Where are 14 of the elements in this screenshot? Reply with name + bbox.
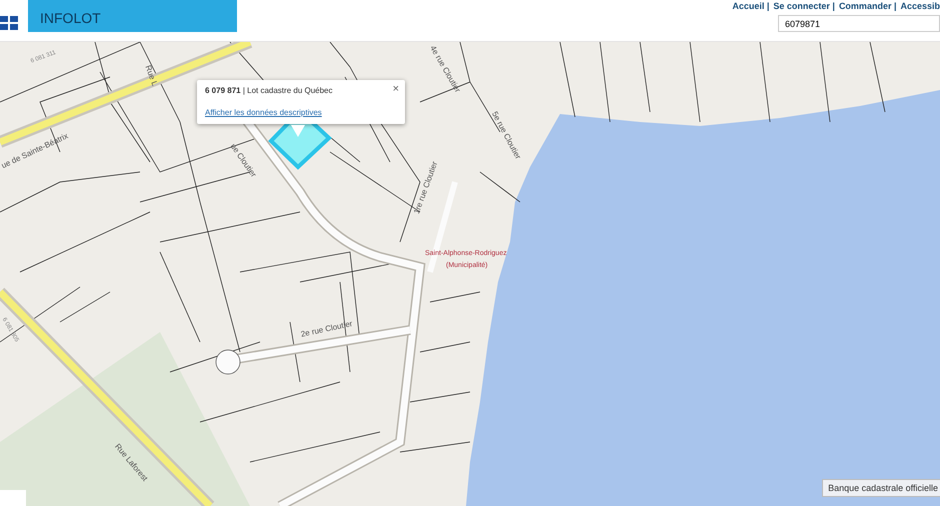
search-field[interactable]: 6079871 [778,15,940,32]
descriptive-data-link[interactable]: Afficher les données descriptives [205,108,322,117]
street-label: 1re rue Cloutier [412,160,440,216]
nav-link[interactable]: Accueil | [732,1,770,11]
attribution-label: Banque cadastrale officielle [822,479,940,497]
close-button[interactable]: × [392,83,399,95]
popup-title: 6 079 871 | Lot cadastre du Québec [205,86,333,95]
nav-link[interactable]: Accessib [900,1,940,11]
street-label: Rue L [144,64,160,88]
map-control-background [0,490,26,506]
nav-link[interactable]: Se connecter | [773,1,835,11]
app-title: INFOLOT [28,0,237,32]
nav-link[interactable]: Commander | [838,1,896,11]
street-label: 2e rue Cloutier [300,319,354,339]
